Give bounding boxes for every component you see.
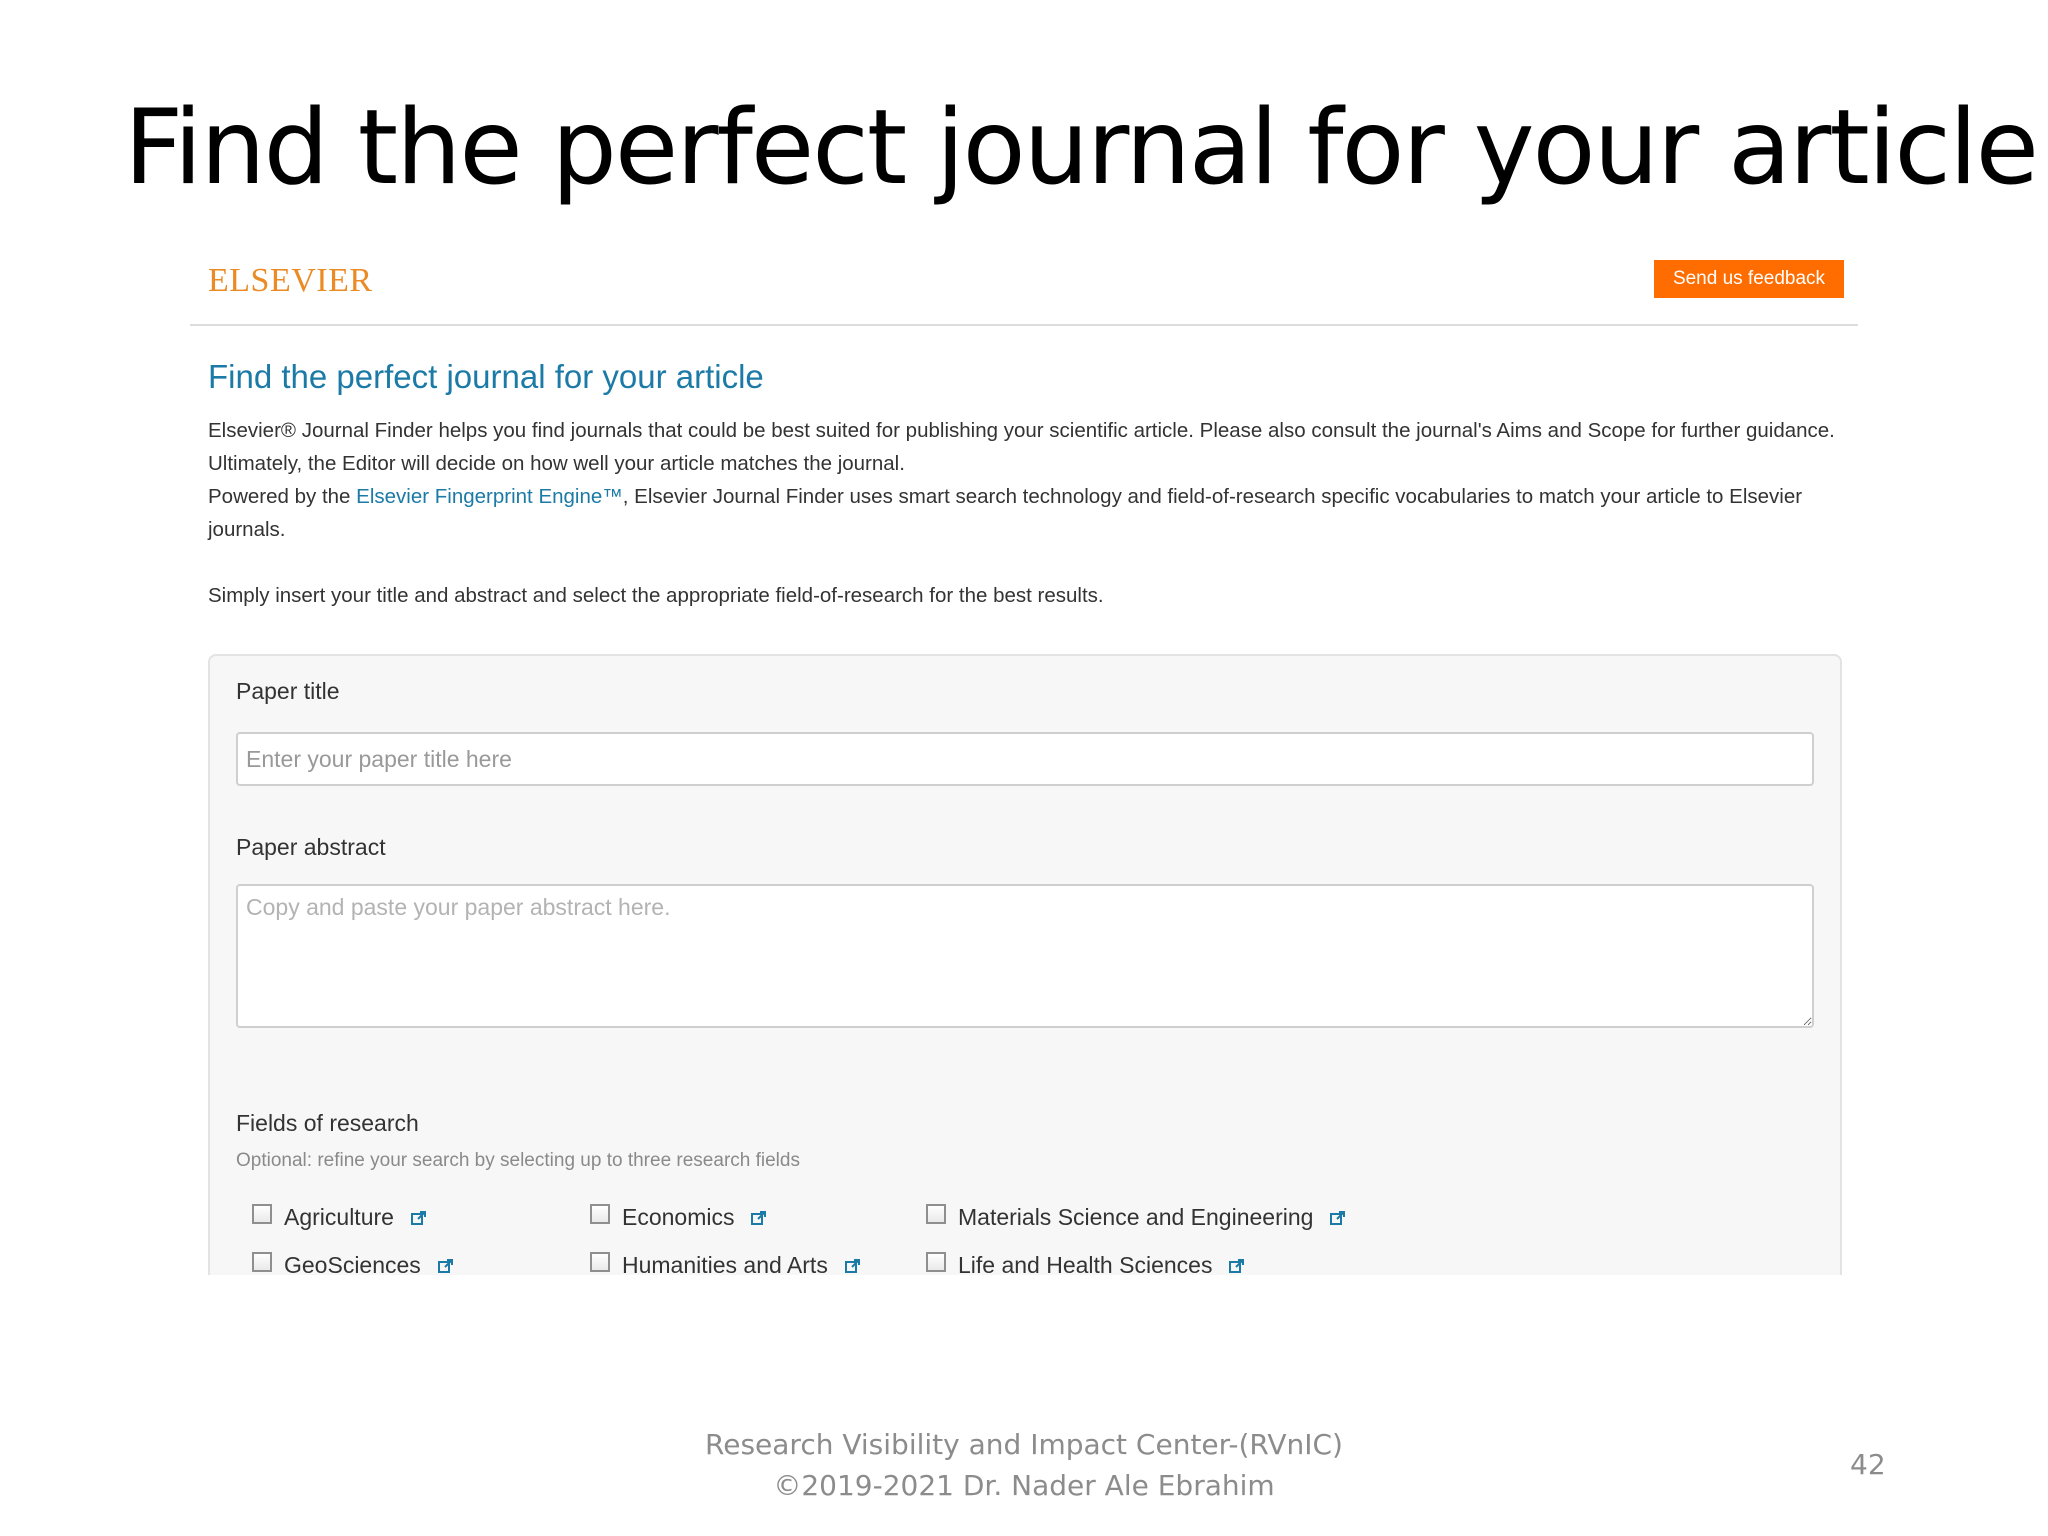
intro-paragraph-2: Powered by the Elsevier Fingerprint Engi… — [208, 480, 1848, 546]
paper-title-input[interactable] — [236, 732, 1814, 786]
intro-paragraph-1: Elsevier® Journal Finder helps you find … — [208, 419, 1835, 475]
external-link-icon[interactable] — [750, 1209, 768, 1227]
field-option-materials-science[interactable]: Materials Science and Engineering — [926, 1203, 1347, 1231]
field-checkbox[interactable] — [926, 1251, 946, 1272]
fingerprint-engine-link[interactable]: Elsevier Fingerprint Engine™ — [356, 485, 623, 508]
intro-text: Elsevier® Journal Finder helps you find … — [208, 414, 1848, 612]
field-option-label: Humanities and Arts — [622, 1252, 828, 1275]
field-checkbox[interactable] — [252, 1203, 272, 1224]
field-option-label: Materials Science and Engineering — [958, 1204, 1314, 1230]
send-feedback-button[interactable]: Send us feedback — [1654, 260, 1844, 298]
slide-footer: Research Visibility and Impact Center-(R… — [600, 1424, 1448, 1506]
field-option-geosciences[interactable]: GeoSciences — [252, 1251, 455, 1275]
footer-line-2: ©2019-2021 Dr. Nader Ale Ebrahim — [773, 1469, 1275, 1502]
external-link-icon[interactable] — [437, 1257, 455, 1275]
intro-paragraph-3: Simply insert your title and abstract an… — [208, 584, 1104, 607]
field-checkbox[interactable] — [252, 1251, 272, 1272]
fields-hint: Optional: refine your search by selectin… — [236, 1150, 800, 1171]
field-checkbox[interactable] — [926, 1203, 946, 1224]
external-link-icon[interactable] — [1329, 1209, 1347, 1227]
field-option-life-health-sciences[interactable]: Life and Health Sciences — [926, 1251, 1246, 1275]
field-checkbox[interactable] — [590, 1203, 610, 1224]
paper-abstract-label: Paper abstract — [236, 834, 386, 860]
field-option-humanities[interactable]: Humanities and Arts — [590, 1251, 862, 1275]
field-option-label: Life and Health Sciences — [958, 1252, 1213, 1275]
app-header: ELSEVIER Send us feedback — [190, 250, 1858, 326]
search-form-panel: Paper title Paper abstract Fields of res… — [208, 654, 1842, 1275]
field-option-label: Agriculture — [284, 1204, 394, 1230]
fields-of-research-label: Fields of research — [236, 1110, 419, 1136]
paper-abstract-textarea[interactable] — [236, 884, 1814, 1028]
footer-line-1: Research Visibility and Impact Center-(R… — [705, 1428, 1343, 1461]
elsevier-logo[interactable]: ELSEVIER — [208, 262, 373, 300]
journal-finder-screenshot: ELSEVIER Send us feedback Find the perfe… — [190, 250, 1860, 1275]
field-option-label: GeoSciences — [284, 1252, 421, 1275]
page-number: 42 — [1850, 1448, 1886, 1481]
external-link-icon[interactable] — [1228, 1257, 1246, 1275]
field-option-economics[interactable]: Economics — [590, 1203, 768, 1231]
slide: Find the perfect journal for your articl… — [0, 0, 2048, 1536]
external-link-icon[interactable] — [410, 1209, 428, 1227]
field-checkbox[interactable] — [590, 1251, 610, 1272]
external-link-icon[interactable] — [844, 1257, 862, 1275]
slide-title: Find the perfect journal for your articl… — [124, 88, 2039, 208]
page-heading: Find the perfect journal for your articl… — [208, 358, 764, 395]
field-option-agriculture[interactable]: Agriculture — [252, 1203, 428, 1231]
intro-p2-prefix: Powered by the — [208, 485, 357, 508]
paper-title-label: Paper title — [236, 678, 340, 704]
field-option-label: Economics — [622, 1204, 735, 1230]
